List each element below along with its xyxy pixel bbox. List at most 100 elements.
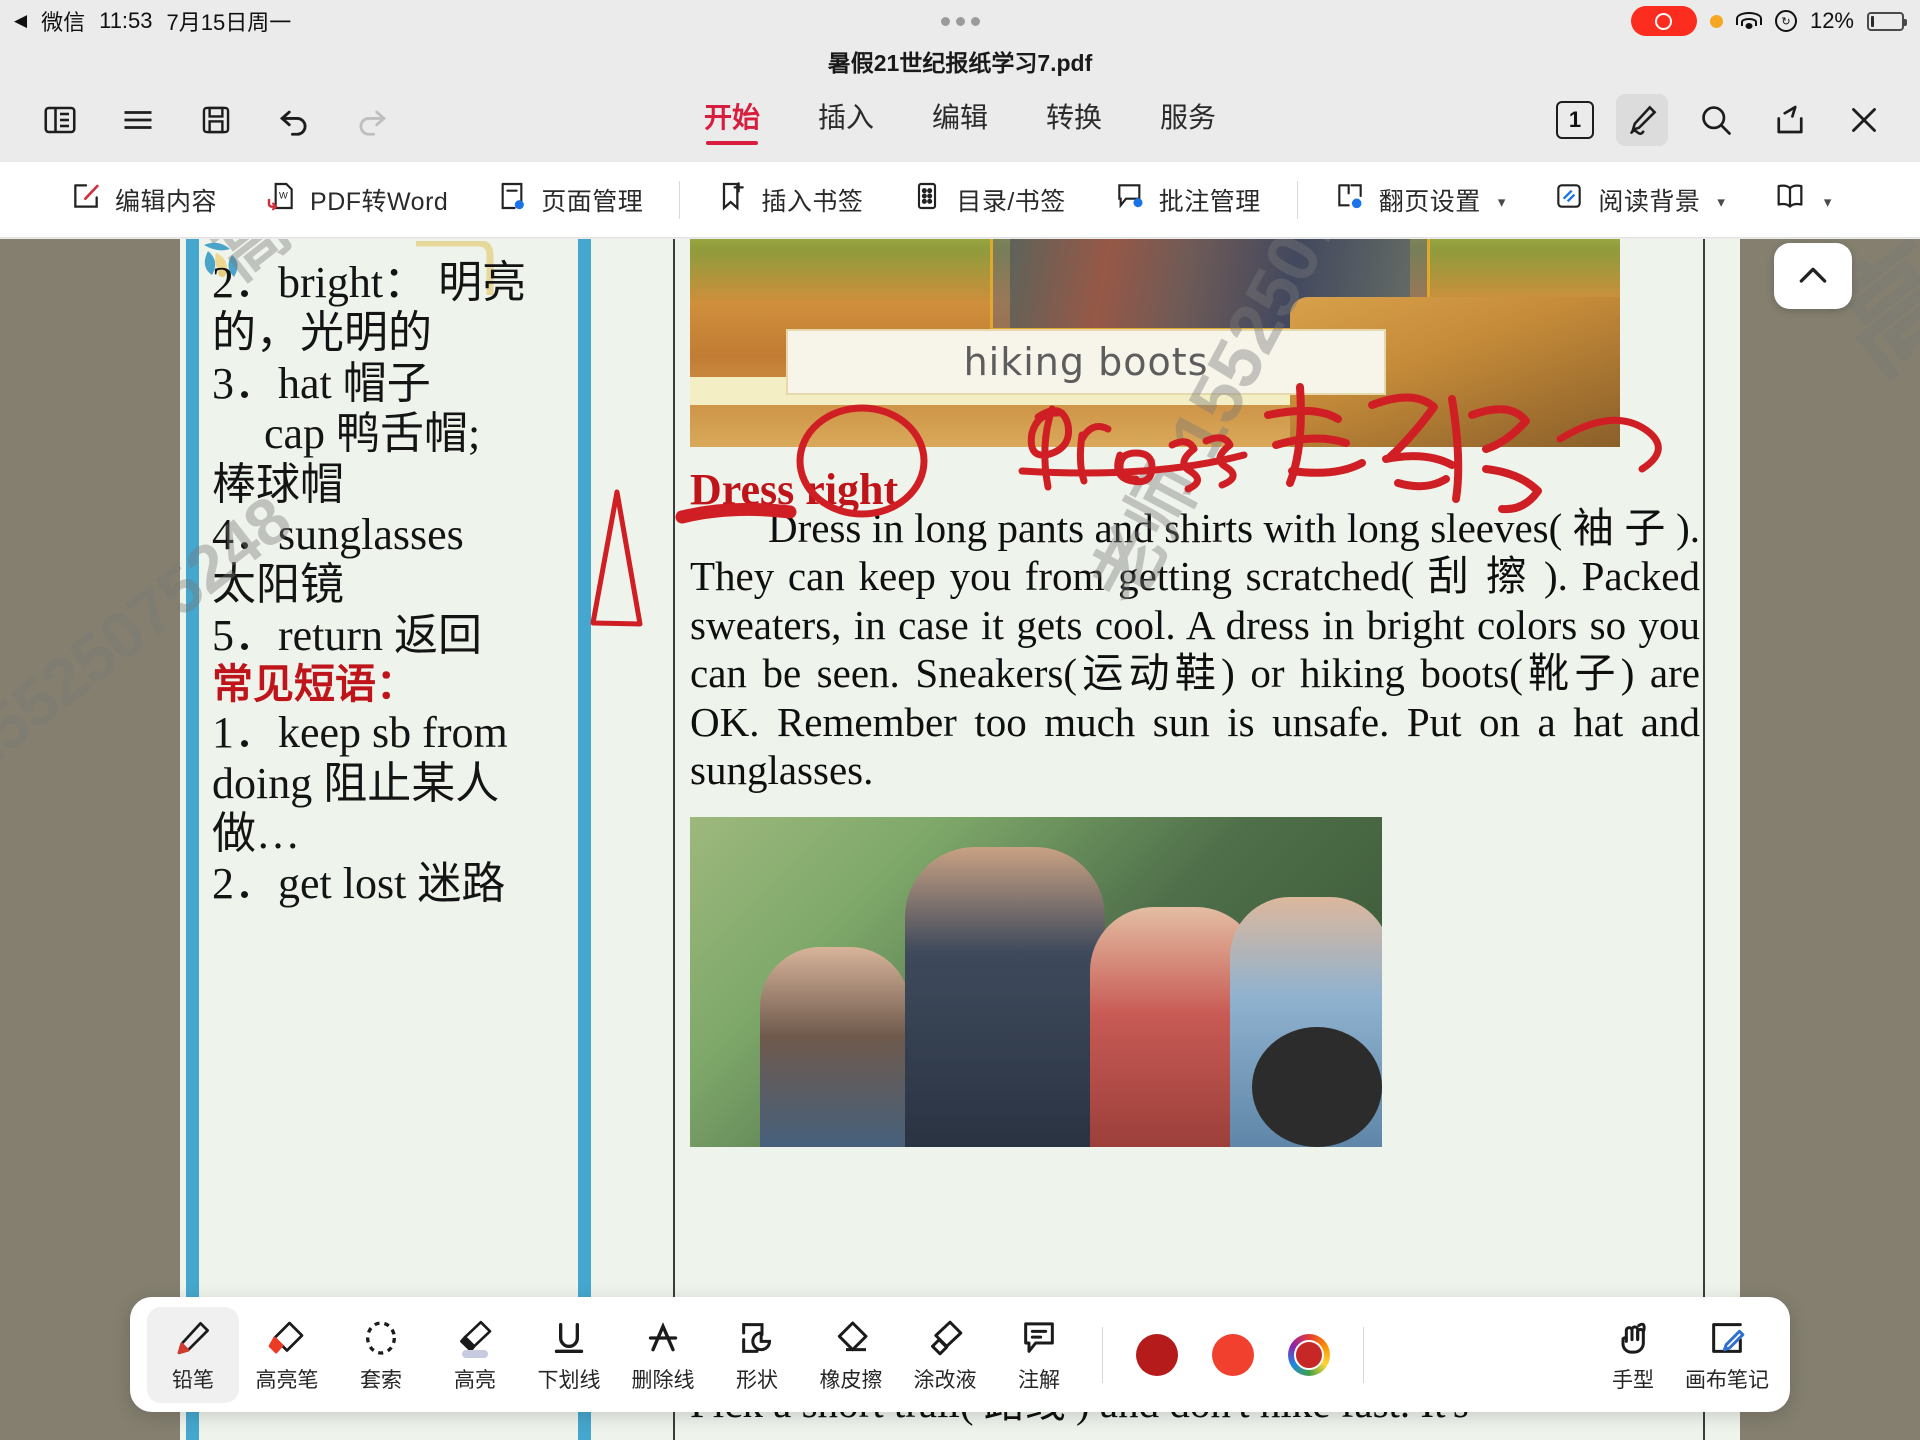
chevron-up-icon <box>1799 267 1827 283</box>
tab-insert[interactable]: 插入 <box>818 96 874 145</box>
vocab-line-2: 的，光明的 <box>212 308 432 358</box>
tool-comment[interactable]: 注解 <box>993 1307 1085 1403</box>
photo-person-2 <box>905 847 1105 1147</box>
multitask-dots-icon[interactable] <box>940 16 980 26</box>
dock-divider-1 <box>1102 1326 1103 1383</box>
chevron-down-icon-2: ▾ <box>1717 193 1725 211</box>
tool-canvas-note[interactable]: 画布笔记 <box>1681 1307 1773 1403</box>
sidebar-toggle-icon[interactable] <box>34 94 86 146</box>
annotation-tool-dock: 铅笔 高亮笔 套索 高亮 下划线 删除线 形状 橡皮擦 涂改液 注解 手型 画布… <box>130 1297 1790 1412</box>
tab-service[interactable]: 服务 <box>1160 96 1216 145</box>
pen-annotate-icon[interactable] <box>1616 94 1668 146</box>
insert-bookmark-button[interactable]: 插入书签 <box>692 162 887 238</box>
mic-indicator-icon <box>1709 14 1723 28</box>
page-manage-label: 页面管理 <box>541 187 644 216</box>
decorative-rail-left <box>186 239 199 1440</box>
column-divider <box>673 239 675 1440</box>
menu-icon[interactable] <box>112 94 164 146</box>
page-manage-button[interactable]: 页面管理 <box>472 162 667 238</box>
page-flip-settings-icon <box>1334 180 1366 219</box>
tool-strikethrough-label: 删除线 <box>631 1368 695 1392</box>
search-icon[interactable] <box>1690 94 1742 146</box>
tool-eraser-label: 橡皮擦 <box>819 1368 883 1392</box>
share-icon[interactable] <box>1764 94 1816 146</box>
tool-highlight-label: 高亮 <box>454 1368 496 1392</box>
eraser-icon <box>831 1316 871 1358</box>
underline-icon <box>549 1316 589 1358</box>
tool-pencil[interactable]: 铅笔 <box>147 1306 239 1403</box>
tool-shape-label: 形状 <box>736 1368 778 1392</box>
tab-edit[interactable]: 编辑 <box>932 96 988 145</box>
ribbon-tabs: 开始 插入 编辑 转换 服务 <box>704 96 1216 145</box>
insert-bookmark-icon <box>716 180 748 219</box>
status-bar-right: ↻ 12% <box>1630 6 1907 36</box>
tool-shape[interactable]: 形状 <box>711 1307 803 1403</box>
tool-correction-fluid-label: 涂改液 <box>913 1368 977 1392</box>
comment-icon <box>1019 1316 1059 1358</box>
tab-convert[interactable]: 转换 <box>1046 96 1102 145</box>
save-icon[interactable] <box>190 94 242 146</box>
pdf-to-word-button[interactable]: W PDF转Word <box>241 162 472 238</box>
red-swatch[interactable] <box>1212 1333 1254 1376</box>
reading-background-label: 阅读背景 <box>1598 187 1701 216</box>
dark-red-swatch[interactable] <box>1136 1333 1178 1376</box>
decorative-rail-mid <box>578 239 591 1440</box>
canvas-note-icon <box>1707 1316 1747 1358</box>
edit-content-button[interactable]: 编辑内容 <box>46 162 241 238</box>
vocab-line-1: 2．bright： 明亮 <box>212 258 527 307</box>
highlight-icon <box>455 1316 495 1358</box>
page-manage-icon <box>496 180 528 219</box>
vocab-line-5: 棒球帽 <box>212 459 344 509</box>
annotation-manage-icon <box>1114 180 1146 219</box>
tool-hand-label: 手型 <box>1612 1368 1654 1392</box>
toc-bookmark-icon <box>911 180 943 219</box>
tool-hand[interactable]: 手型 <box>1587 1307 1679 1403</box>
phrase-line-1: 1．keep sb from <box>212 708 508 758</box>
toolbar-divider-2 <box>1296 180 1298 219</box>
book-view-button[interactable]: ▾ <box>1749 162 1856 238</box>
tool-lasso[interactable]: 套索 <box>335 1307 427 1403</box>
photo-person-1 <box>760 947 910 1147</box>
undo-icon[interactable] <box>268 94 320 146</box>
photo-caption-text: hiking boots <box>963 340 1209 384</box>
tool-highlight[interactable]: 高亮 <box>429 1307 521 1403</box>
page-number-badge[interactable]: 1 <box>1556 101 1594 139</box>
phrases-heading: 常见短语： <box>212 661 417 708</box>
tool-eraser[interactable]: 橡皮擦 <box>805 1307 897 1403</box>
close-icon[interactable] <box>1838 94 1890 146</box>
wifi-icon <box>1735 11 1762 31</box>
redo-icon[interactable] <box>346 94 398 146</box>
highlighter-pen-icon <box>267 1316 307 1358</box>
collapse-toolbar-chevron[interactable] <box>1774 243 1852 309</box>
main-toolbar: 开始 插入 编辑 转换 服务 1 <box>0 78 1920 162</box>
color-picker-swatch[interactable] <box>1288 1333 1330 1376</box>
tool-correction-fluid[interactable]: 涂改液 <box>899 1307 991 1403</box>
pdf-viewport[interactable]: 2．bright： 明亮 的，光明的 3．hat 帽子 cap 鸭舌帽; 棒球帽… <box>0 239 1920 1440</box>
tool-underline-label: 下划线 <box>537 1368 601 1392</box>
tool-highlighter-pen[interactable]: 高亮笔 <box>241 1307 333 1403</box>
page-flip-settings-button[interactable]: 翻页设置 ▾ <box>1310 162 1530 238</box>
annotation-manage-label: 批注管理 <box>1158 187 1261 216</box>
book-view-icon <box>1773 179 1807 220</box>
vocab-line-4: cap 鸭舌帽; <box>264 409 481 459</box>
toolbar-divider <box>679 180 681 219</box>
correction-fluid-icon <box>925 1316 965 1358</box>
vocab-line-3: 3．hat 帽子 <box>212 358 431 408</box>
edit-content-icon <box>70 180 102 219</box>
annotation-manage-button[interactable]: 批注管理 <box>1090 162 1285 238</box>
phrase-line-4: 2．get lost 迷路 <box>212 859 506 909</box>
battery-percent: 12% <box>1809 8 1854 33</box>
tool-underline[interactable]: 下划线 <box>523 1307 615 1403</box>
chevron-down-icon: ▾ <box>1497 193 1506 211</box>
insert-bookmark-label: 插入书签 <box>761 187 864 216</box>
left-column-text: 2．bright： 明亮 的，光明的 3．hat 帽子 cap 鸭舌帽; 棒球帽… <box>212 258 577 911</box>
tab-start[interactable]: 开始 <box>704 96 760 145</box>
toc-bookmark-label: 目录/书签 <box>956 187 1066 216</box>
toc-bookmark-button[interactable]: 目录/书签 <box>887 162 1089 238</box>
svg-text:W: W <box>279 191 288 201</box>
family-hiking-photo <box>690 817 1382 1147</box>
tool-strikethrough[interactable]: 删除线 <box>617 1307 709 1403</box>
vocab-line-7: 太阳镜 <box>212 560 344 610</box>
reading-background-button[interactable]: 阅读背景 ▾ <box>1529 162 1749 238</box>
page-flip-settings-label: 翻页设置 <box>1378 187 1481 216</box>
